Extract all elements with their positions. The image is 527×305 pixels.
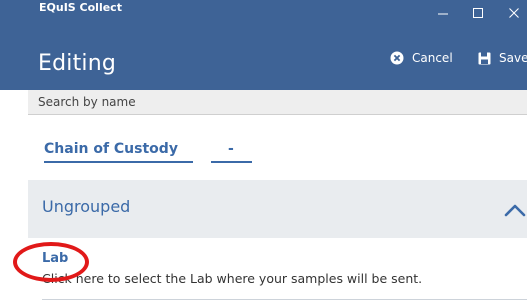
editing-header: Editing Cancel Save bbox=[0, 37, 527, 90]
lab-field-hint[interactable]: Click here to select the Lab where your … bbox=[42, 271, 422, 286]
window-title-bar: EQuIS Collect bbox=[0, 0, 527, 37]
page-title: Editing bbox=[38, 51, 117, 76]
field-divider bbox=[42, 299, 527, 300]
cancel-circle-icon bbox=[390, 51, 404, 65]
search-bar bbox=[28, 90, 527, 115]
cancel-label: Cancel bbox=[412, 51, 453, 65]
cancel-button[interactable]: Cancel bbox=[390, 49, 453, 67]
chain-of-custody-underline bbox=[44, 161, 193, 163]
chain-of-custody-row: Chain of Custody - bbox=[28, 131, 527, 171]
chain-of-custody-link[interactable]: Chain of Custody bbox=[44, 141, 178, 157]
close-icon[interactable] bbox=[505, 7, 523, 22]
save-floppy-icon bbox=[478, 52, 491, 65]
search-input[interactable] bbox=[38, 92, 498, 112]
minimize-icon[interactable] bbox=[434, 7, 452, 22]
save-label: Save bbox=[499, 51, 527, 65]
group-label: Ungrouped bbox=[42, 197, 131, 216]
maximize-icon[interactable] bbox=[469, 7, 487, 22]
chevron-up-icon[interactable] bbox=[504, 202, 526, 221]
group-header-ungrouped[interactable]: Ungrouped bbox=[28, 180, 527, 238]
save-button[interactable]: Save bbox=[478, 49, 527, 67]
chain-of-custody-value[interactable]: - bbox=[228, 141, 234, 157]
app-title: EQuIS Collect bbox=[39, 1, 122, 14]
lab-field[interactable]: Lab Click here to select the Lab where y… bbox=[28, 238, 527, 305]
lab-field-label: Lab bbox=[42, 251, 69, 266]
chain-of-custody-value-underline bbox=[211, 161, 252, 163]
